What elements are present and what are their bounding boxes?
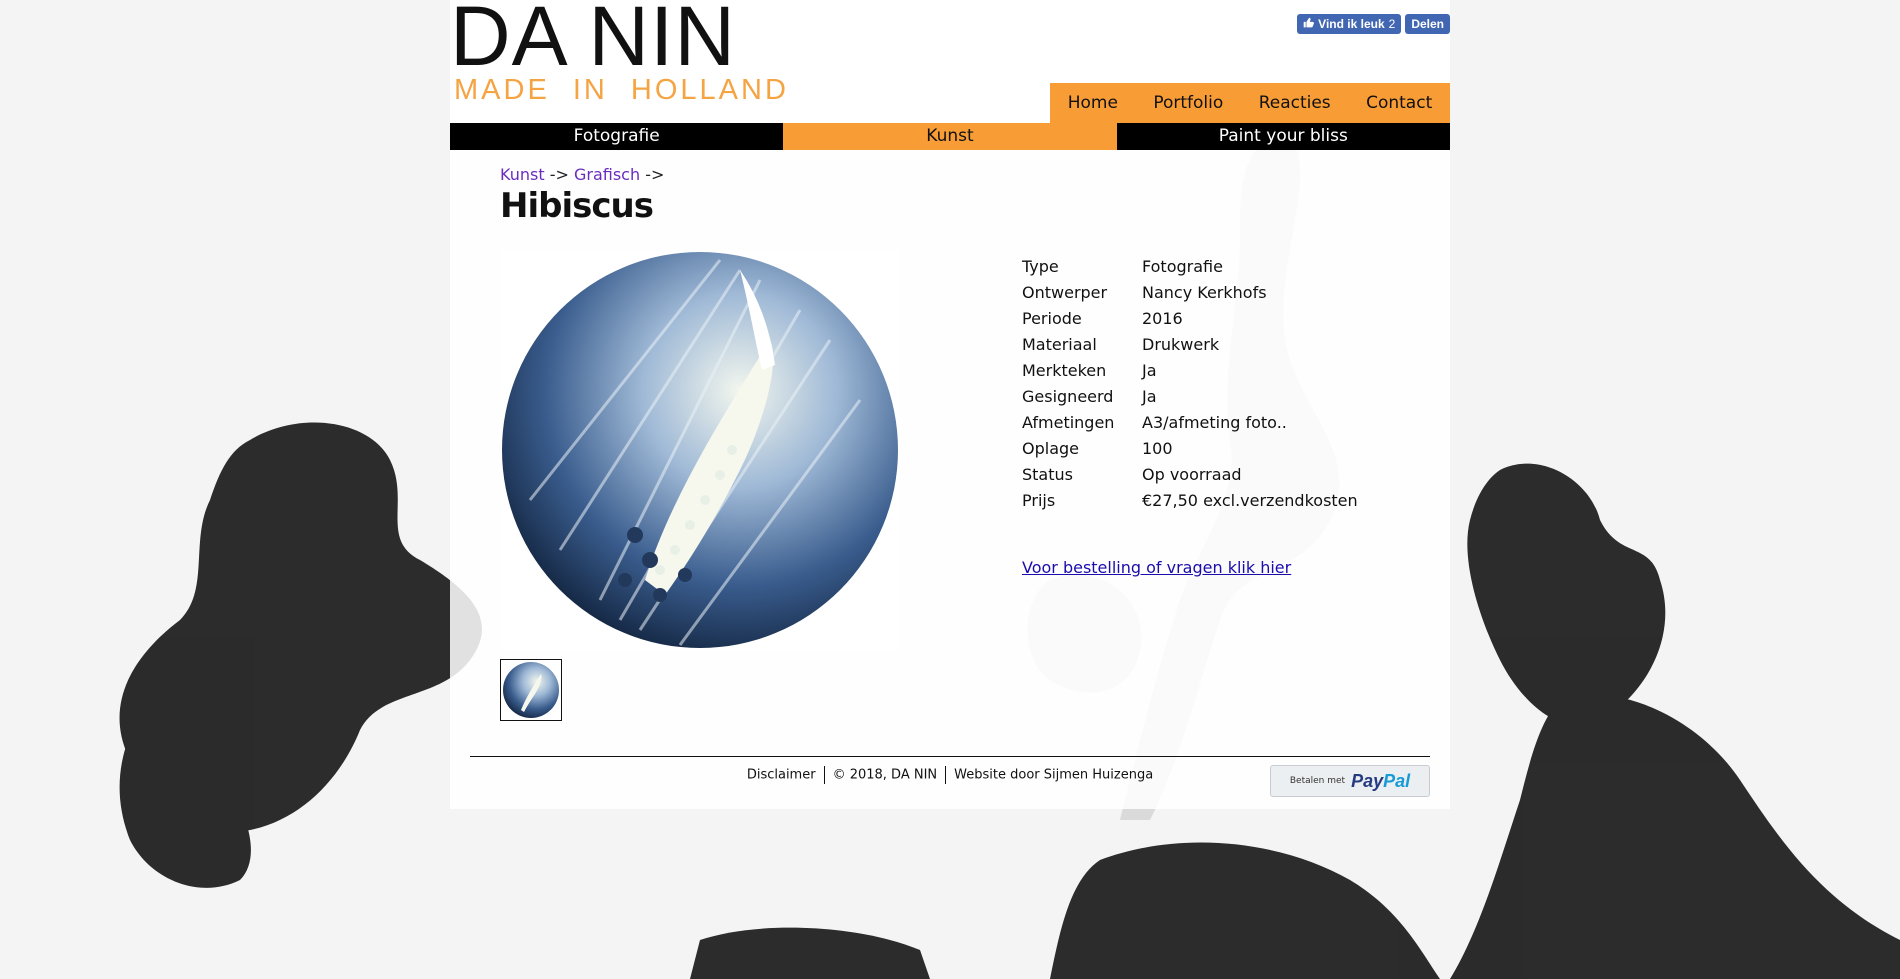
facebook-like-label: Vind ik leuk [1318,17,1385,31]
spec-key: Type [1022,256,1059,276]
spec-key: Materiaal [1022,334,1097,354]
spec-value: Drukwerk [1142,334,1220,354]
spec-row: Ontwerper Nancy Kerkhofs [1022,279,1358,305]
spec-row: Periode 2016 [1022,305,1358,331]
spec-value: Nancy Kerkhofs [1142,282,1267,302]
page-container: DA NIN MADE IN HOLLAND Vind ik leuk 2 De… [450,0,1450,809]
breadcrumb-separator: -> [549,165,569,184]
spec-row: Afmetingen A3/afmeting foto.. [1022,409,1358,435]
spec-value: A3/afmeting foto.. [1142,412,1287,432]
facebook-share-label: Delen [1411,17,1444,31]
breadcrumb-grafisch[interactable]: Grafisch [574,165,640,184]
spec-key: Prijs [1022,490,1056,510]
breadcrumb-kunst[interactable]: Kunst [500,165,545,184]
spec-key: Afmetingen [1022,412,1115,432]
order-link[interactable]: Voor bestelling of vragen klik hier [1022,558,1291,577]
facebook-buttons: Vind ik leuk 2 Delen [1297,14,1450,34]
footer-divider [470,756,1430,757]
spec-row: Type Fotografie [1022,253,1358,279]
paypal-button[interactable]: Betalen met PayPal [1270,765,1430,797]
spec-value: Op voorraad [1142,464,1242,484]
facebook-like-button[interactable]: Vind ik leuk 2 [1297,14,1402,34]
spec-row: Status Op voorraad [1022,461,1358,487]
facebook-share-button[interactable]: Delen [1405,14,1450,34]
spec-row: Oplage 100 [1022,435,1358,461]
spec-key: Merkteken [1022,360,1107,380]
footer-disclaimer-link[interactable]: Disclaimer [747,768,816,783]
spec-value: Ja [1142,360,1157,380]
spec-value: 2016 [1142,308,1183,328]
main-nav: Home Portfolio Reacties Contact [1050,83,1450,123]
nav-item-home[interactable]: Home [1068,93,1118,113]
footer-copyright: © 2018, DA NIN [832,767,938,783]
thumbs-up-icon [1303,14,1315,34]
category-bar: Fotografie Kunst Paint your bliss [450,123,1450,150]
paypal-logo: PayPal [1351,770,1411,791]
logo-title[interactable]: DA NIN [450,0,736,78]
product-photo[interactable] [500,250,900,650]
spec-key: Gesigneerd [1022,386,1114,406]
hibiscus-thumbnail-image [503,662,559,718]
spec-value: Fotografie [1142,256,1223,276]
spec-key: Status [1022,464,1073,484]
spec-key: Periode [1022,308,1082,328]
category-kunst[interactable]: Kunst [783,123,1117,150]
footer-separator [823,766,825,784]
page-title: Hibiscus [500,186,654,226]
spec-value: €27,50 excl.verzendkosten [1142,490,1358,510]
nav-item-reacties[interactable]: Reacties [1259,93,1331,113]
product-specs: Type Fotografie Ontwerper Nancy Kerkhofs P… [1022,253,1358,513]
product-thumbnail[interactable] [500,659,562,721]
spec-row: Gesigneerd Ja [1022,383,1358,409]
breadcrumb-separator: -> [645,165,665,184]
spec-key: Ontwerper [1022,282,1108,302]
nav-item-contact[interactable]: Contact [1366,93,1432,113]
spec-value: Ja [1142,386,1157,406]
footer-credit-link[interactable]: Website door Sijmen Huizenga [954,768,1153,783]
spec-key: Oplage [1022,438,1079,458]
spec-value: 100 [1142,438,1173,458]
hibiscus-photo-image [502,252,898,648]
breadcrumb: Kunst -> Grafisch -> [500,165,664,184]
facebook-like-count: 2 [1388,17,1396,31]
spec-row: Materiaal Drukwerk [1022,331,1358,357]
footer-separator [945,766,947,784]
category-fotografie[interactable]: Fotografie [450,123,784,150]
spec-row: Merkteken Ja [1022,357,1358,383]
logo-subtitle: MADE IN HOLLAND [454,74,789,106]
spec-row: Prijs €27,50 excl.verzendkosten [1022,487,1358,513]
paypal-small-label: Betalen met [1289,776,1346,786]
category-paint-your-bliss[interactable]: Paint your bliss [1116,123,1450,150]
nav-item-portfolio[interactable]: Portfolio [1153,93,1223,113]
